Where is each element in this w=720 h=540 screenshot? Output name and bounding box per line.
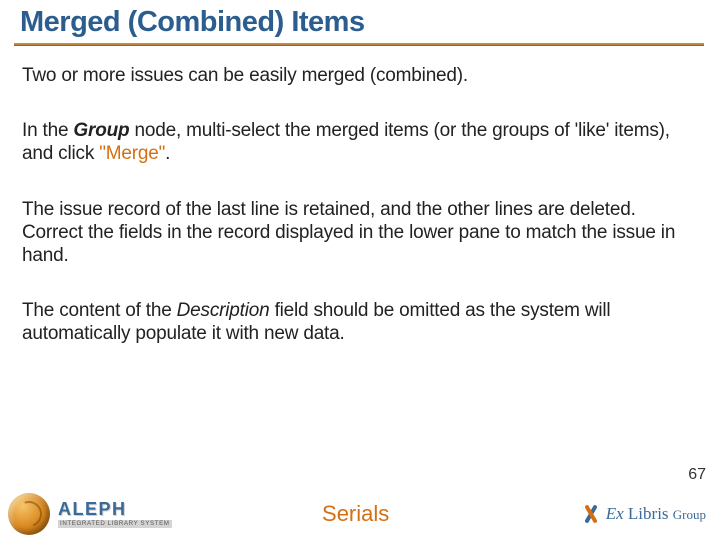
aleph-logo-text: ALEPH INTEGRATED LIBRARY SYSTEM [58,500,172,528]
text: Ex [606,504,624,523]
text: In the [22,120,73,141]
slide-content: Two or more issues can be easily merged … [0,46,720,345]
slide-title: Merged (Combined) Items [0,0,720,43]
exlibris-logo-text: Ex Libris Group [606,504,706,524]
paragraph-2: In the Group node, multi-select the merg… [22,119,694,165]
text: Group [673,507,706,522]
footer: ALEPH INTEGRATED LIBRARY SYSTEM Serials … [0,488,720,540]
slide: Merged (Combined) Items Two or more issu… [0,0,720,540]
aleph-logo-icon [8,493,50,535]
footer-right: Ex Libris Group [580,503,720,525]
group-word: Group [73,120,129,141]
merge-word: "Merge" [99,143,165,164]
footer-center-label: Serials [172,501,580,527]
exlibris-logo-icon [580,503,602,525]
paragraph-3: The issue record of the last line is ret… [22,198,694,268]
footer-left: ALEPH INTEGRATED LIBRARY SYSTEM [0,493,172,535]
text: The content of the [22,300,177,321]
paragraph-4: The content of the Description field sho… [22,299,694,345]
paragraph-1: Two or more issues can be easily merged … [22,64,694,87]
aleph-word: ALEPH [58,500,172,518]
text: . [165,143,170,164]
page-number: 67 [688,466,706,484]
aleph-subtitle: INTEGRATED LIBRARY SYSTEM [58,520,172,528]
description-word: Description [177,300,270,321]
text: Libris [624,504,673,523]
